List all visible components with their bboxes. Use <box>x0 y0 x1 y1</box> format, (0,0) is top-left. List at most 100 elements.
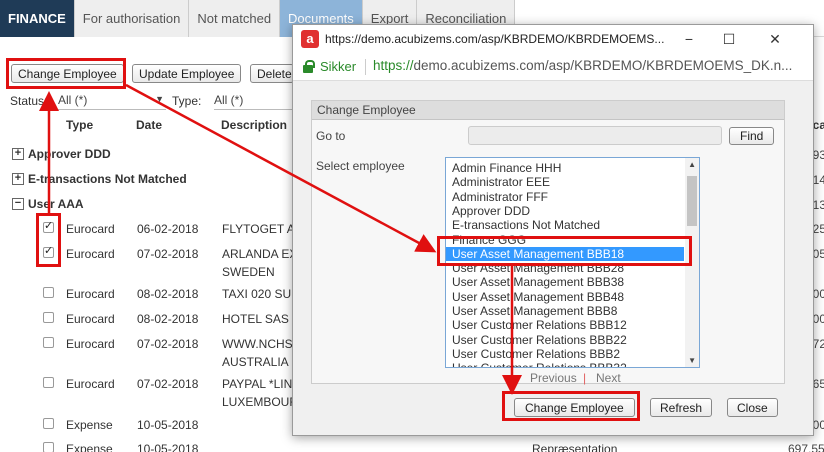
row-type: Expense <box>66 418 113 432</box>
row-description-2: AUSTRALIA <box>222 355 289 369</box>
lock-icon <box>303 60 315 73</box>
row-description-2: LUXEMBOUR <box>222 395 299 409</box>
window-title: https://demo.acubizems.com/asp/KBRDEMO/K… <box>325 32 665 46</box>
employee-listbox[interactable]: Admin Finance HHH Administrator EEE Admini… <box>445 157 700 368</box>
employee-option[interactable]: Administrator FFF <box>446 190 684 204</box>
employee-option[interactable]: User Customer Relations BBB12 <box>446 318 684 332</box>
employee-option[interactable]: User Asset Management BBB38 <box>446 275 684 289</box>
row-type: Eurocard <box>66 312 115 326</box>
change-employee-button[interactable]: Change Employee <box>11 64 124 83</box>
group-row[interactable]: + E-transactions Not Matched <box>12 172 187 186</box>
row-description: HOTEL SAS R <box>222 312 301 326</box>
panel-title: Change Employee <box>312 101 784 120</box>
close-button[interactable]: Close <box>727 398 778 417</box>
status-label: Status: <box>10 94 48 108</box>
header-description[interactable]: Description <box>221 118 287 132</box>
maximize-icon[interactable]: ☐ <box>718 28 740 50</box>
group-label: E-transactions Not Matched <box>28 172 187 186</box>
status-value: All (*) <box>58 93 88 107</box>
row-type: Eurocard <box>66 222 115 236</box>
row-type: Eurocard <box>66 337 115 351</box>
row-date: 10-05-2018 <box>137 442 199 452</box>
row-description: FLYTOGET AS <box>222 222 303 236</box>
next-link[interactable]: Next <box>596 371 621 385</box>
scroll-up-icon[interactable]: ▲ <box>688 160 696 169</box>
row-date: 10-05-2018 <box>137 418 199 432</box>
delete-button[interactable]: Delete <box>250 64 294 83</box>
type-select[interactable]: All (*) <box>214 93 292 110</box>
row-category: Repræsentation <box>532 442 618 452</box>
row-checkbox[interactable] <box>43 337 54 348</box>
row-checkbox[interactable] <box>43 219 54 233</box>
listbox-scrollbar[interactable]: ▲ ▼ <box>685 158 699 367</box>
row-description: WWW.NCHSO <box>222 337 302 351</box>
employee-option[interactable]: Finance GGG <box>446 233 684 247</box>
window-title-bar: a https://demo.acubizems.com/asp/KBRDEMO… <box>293 25 813 53</box>
scroll-down-icon[interactable]: ▼ <box>688 356 696 365</box>
row-date: 07-02-2018 <box>137 247 199 261</box>
employee-option[interactable]: User Asset Management BBB48 <box>446 290 684 304</box>
employee-option[interactable]: User Asset Management BBB28 <box>446 261 684 275</box>
app-logo-icon: a <box>301 30 319 48</box>
group-row[interactable]: − User AAA <box>12 197 84 211</box>
row-date: 07-02-2018 <box>137 337 199 351</box>
chevron-down-icon: ▼ <box>155 94 164 104</box>
address-bar[interactable]: Sikker https://demo.acubizems.com/asp/KB… <box>293 53 813 81</box>
refresh-button[interactable]: Refresh <box>650 398 713 417</box>
employee-option[interactable]: User Asset Management BBB8 <box>446 304 684 318</box>
expand-icon[interactable]: + <box>12 173 24 185</box>
url-protocol: https:// <box>373 58 414 73</box>
employee-option[interactable]: Administrator EEE <box>446 175 684 189</box>
row-amount: 697,55 <box>788 442 824 452</box>
select-employee-label: Select employee <box>316 159 405 173</box>
employee-option[interactable]: Admin Finance HHH <box>446 161 684 175</box>
tab-finance[interactable]: FINANCE <box>0 0 75 37</box>
scroll-thumb[interactable] <box>687 176 697 226</box>
row-description-2: SWEDEN <box>222 265 275 279</box>
row-date: 08-02-2018 <box>137 287 199 301</box>
group-label: User AAA <box>28 197 84 211</box>
close-icon[interactable]: ✕ <box>764 28 786 50</box>
row-type: Eurocard <box>66 377 115 391</box>
update-employee-button[interactable]: Update Employee <box>132 64 242 83</box>
address-divider <box>365 59 366 75</box>
group-row[interactable]: + Approver DDD <box>12 147 111 161</box>
row-checkbox[interactable] <box>43 312 54 323</box>
employee-option[interactable]: E-transactions Not Matched <box>446 218 684 232</box>
employee-option[interactable]: User Asset Management BBB18 <box>446 246 684 261</box>
employee-option[interactable]: User Customer Relations BBB22 <box>446 333 684 347</box>
url-path: demo.acubizems.com/asp/KBRDEMO/KBRDEMOEM… <box>413 58 793 73</box>
url-text[interactable]: https://demo.acubizems.com/asp/KBRDEMO/K… <box>373 58 792 73</box>
row-type: Eurocard <box>66 247 115 261</box>
goto-input[interactable] <box>468 126 722 145</box>
goto-label: Go to <box>316 129 346 143</box>
group-label: Approver DDD <box>28 147 111 161</box>
secure-label: Sikker <box>320 59 357 74</box>
employee-option[interactable]: User Customer Relations BBB32 <box>446 361 684 367</box>
employee-option[interactable]: Approver DDD <box>446 204 684 218</box>
employee-option[interactable]: User Customer Relations BBB2 <box>446 347 684 361</box>
row-description: ARLANDA EX <box>222 247 298 261</box>
previous-link[interactable]: Previous <box>530 371 577 385</box>
collapse-icon[interactable]: − <box>12 198 24 210</box>
header-type[interactable]: Type <box>66 118 93 132</box>
tab-not-matched[interactable]: Not matched <box>189 0 281 37</box>
row-checkbox[interactable] <box>43 442 54 452</box>
status-select[interactable]: All (*) ▼ <box>58 93 166 110</box>
minimize-icon[interactable]: − <box>678 28 700 50</box>
dialog-change-employee-button[interactable]: Change Employee <box>514 398 635 417</box>
find-button[interactable]: Find <box>729 127 775 145</box>
row-checkbox[interactable] <box>43 244 54 258</box>
row-type: Eurocard <box>66 287 115 301</box>
tab-for-authorisation[interactable]: For authorisation <box>74 0 190 37</box>
type-value: All (*) <box>214 93 244 107</box>
row-checkbox[interactable] <box>43 287 54 298</box>
row-checkbox[interactable] <box>43 377 54 388</box>
header-date[interactable]: Date <box>136 118 162 132</box>
row-checkbox[interactable] <box>43 418 54 429</box>
row-date: 07-02-2018 <box>137 377 199 391</box>
expand-icon[interactable]: + <box>12 148 24 160</box>
row-date: 06-02-2018 <box>137 222 199 236</box>
change-employee-panel: Change Employee Go to Find Select employ… <box>311 100 785 384</box>
type-label: Type: <box>172 94 202 108</box>
